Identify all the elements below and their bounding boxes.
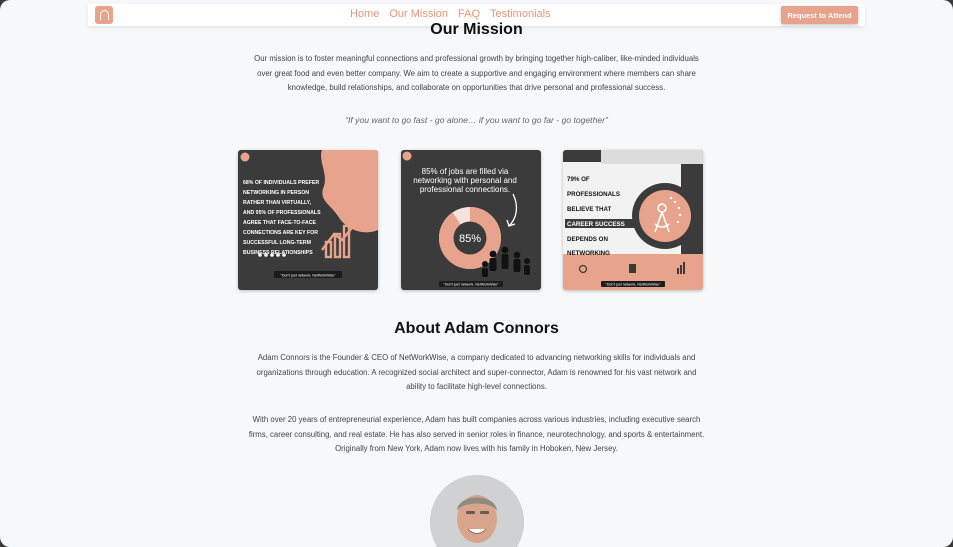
mission-heading: Our Mission (430, 21, 523, 38)
card2-tag: "Don't just network, NetWorkWise" (444, 283, 500, 287)
card1-line: AGREE THAT FACE-TO-FACE (243, 220, 317, 226)
mission-line: over great food and even better company.… (257, 68, 696, 78)
card1-line: CONNECTIONS ARE KEY FOR (243, 230, 318, 236)
page: Home Our Mission FAQ Testimonials Reques… (0, 0, 953, 547)
nav-link-our-mission[interactable]: Our Mission (389, 8, 448, 20)
card1-tag: "Don't just network, NetWorkWise" (281, 274, 337, 278)
logo-icon (402, 151, 412, 161)
card1-line: SUCCESSFUL LONG-TERM (243, 240, 311, 246)
mission-line: Our mission is to foster meaningful conn… (254, 54, 699, 63)
card3-line: CAREER SUCCESS (567, 221, 625, 228)
nav-links: Home Our Mission FAQ Testimonials (350, 8, 551, 20)
about-line: ability to facilitate high-level connect… (406, 382, 547, 391)
nav-link-home[interactable]: Home (350, 8, 379, 20)
card1-line: AND 95% OF PROFESSIONALS (243, 210, 321, 216)
mission-line: knowledge, build relationships, and coll… (287, 83, 666, 92)
card2-headline-line: networking with personal and (413, 176, 517, 185)
stat-card-in-person: 68% OF INDIVIDUALS PREFER NETWORKING IN … (238, 150, 378, 290)
about-line: Adam Connors is the Founder & CEO of Net… (257, 353, 696, 362)
card3-line: 79% OF (567, 176, 590, 183)
stat-card-jobs: 85% of jobs are filled via networking wi… (401, 150, 541, 290)
card1-line: 68% OF INDIVIDUALS PREFER (243, 180, 319, 186)
card2-headline-line: 85% of jobs are filled via (422, 167, 509, 176)
card3-line: DEPENDS ON (567, 236, 608, 243)
card3-line: BELIEVE THAT (567, 206, 611, 213)
mission-quote: “If you want to go fast - go alone… if y… (345, 115, 608, 125)
stat-card-career: 79% OF PROFESSIONALS BELIEVE THAT CAREER… (563, 150, 703, 290)
about-paragraph-2: With over 20 years of entrepreneurial ex… (238, 413, 715, 457)
about-line: firms, career consulting, and real estat… (248, 429, 705, 439)
card2-headline-line: professional connections. (420, 185, 510, 194)
logo-icon (240, 152, 250, 162)
card3-line: PROFESSIONALS (567, 191, 620, 198)
mission-paragraph: Our mission is to foster meaningful conn… (238, 52, 715, 96)
card1-line: RATHER THAN VIRTUALLY, (243, 200, 312, 206)
card1-line: NETWORKING IN PERSON (243, 190, 309, 196)
card2-value: 85% (459, 233, 481, 245)
card3-tag: "Don't just network, NetWorkWise" (606, 283, 662, 287)
nav-link-faq[interactable]: FAQ (458, 8, 480, 20)
avatar (430, 475, 524, 547)
about-line: Originally from New York, Adam now lives… (335, 444, 618, 453)
about-line: organizations through education. A recog… (256, 367, 697, 377)
about-paragraph-1: Adam Connors is the Founder & CEO of Net… (238, 351, 715, 395)
nav-link-testimonials[interactable]: Testimonials (490, 8, 551, 20)
about-heading: About Adam Connors (394, 320, 559, 337)
about-line: With over 20 years of entrepreneurial ex… (252, 415, 701, 424)
card3-line: NETWORKING (567, 250, 610, 257)
